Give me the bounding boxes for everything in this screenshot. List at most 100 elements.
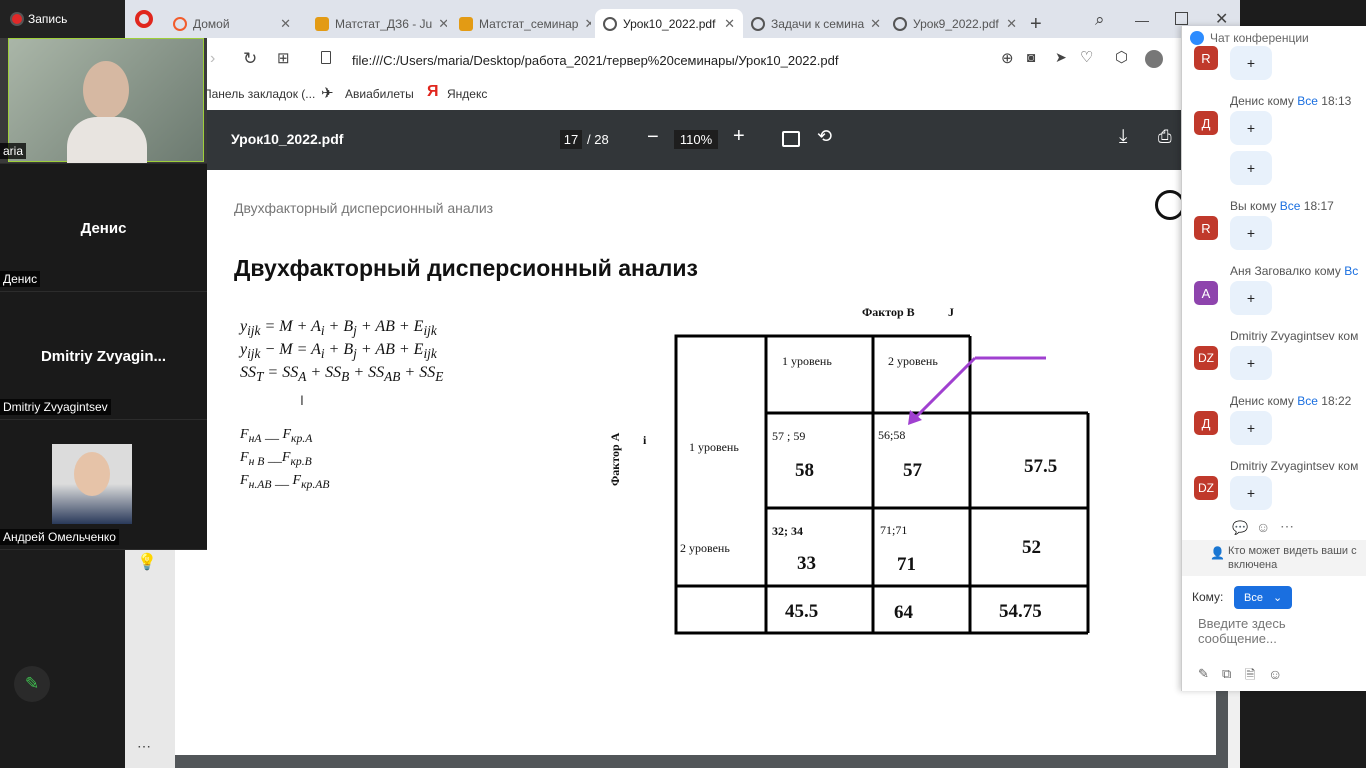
bookmark-folder[interactable]: Панель закладок (... [203,87,315,101]
close-icon[interactable]: ✕ [280,16,291,32]
speed-dial-icon[interactable]: ⊞ [277,49,290,67]
avatar: A [1194,281,1218,305]
formula-ss: SST = SSA + SSB + SSAB + SSE [240,364,444,385]
participant-center-name: Денис [80,220,127,237]
file-attach-icon[interactable]: 🗎 [1245,666,1255,688]
message-input[interactable]: Введите здесь сообщение... [1198,616,1363,646]
close-icon[interactable]: ✕ [438,16,447,32]
avatar: Д [1194,111,1218,135]
participant-tile-dmitriy[interactable]: Dmitriy Zvyagin... Dmitriy Zvyagintsev [0,292,207,420]
message-bubble[interactable]: + [1230,151,1272,185]
message-bubble[interactable]: + [1230,46,1272,80]
annotate-button[interactable]: ✎ [14,666,50,702]
heart-icon[interactable]: ♡ [1080,48,1093,66]
globe-icon [603,16,617,31]
chat-panel: Чат конференции R + Денис кому Все 18:13… [1181,26,1366,691]
video-feed [8,38,204,163]
download-icon[interactable]: ⤓ [1119,126,1127,148]
message-bubble[interactable]: + [1230,111,1272,145]
camera-icon[interactable]: ◙ [1027,49,1035,65]
participant-name: Денис [0,271,41,287]
reload-icon[interactable]: ↻ [243,49,257,69]
emoji-icon[interactable]: ☺ [1256,519,1270,535]
tab-zadachi[interactable]: Задачи к семина ✕ [743,9,883,38]
more-icon[interactable]: ⋯ [137,738,151,755]
tab-urok10[interactable]: Урок10_2022.pdf ✕ [595,9,743,38]
profile-icon[interactable] [1145,50,1163,68]
bookmark-yandex[interactable]: Яндекс [447,87,487,101]
row2-header: 2 уровень [680,541,730,555]
person-body [67,117,147,163]
avatar: Д [1194,411,1218,435]
send-icon[interactable]: ➤ [1055,49,1067,66]
participant-tile-andrey[interactable]: Андрей Омельченко [0,420,207,550]
slide-subtitle: Двухфакторный дисперсионный анализ [234,200,494,216]
tab-matstat-seminar[interactable]: Матстат_семинар ✕ [451,9,591,38]
fit-page-icon[interactable] [782,131,800,147]
chevron-down-icon: ⌄ [1272,592,1283,604]
minimize-button[interactable]: — [1135,12,1149,28]
row1-mean: 57.5 [1024,456,1058,477]
factor-b-label: Фактор В [862,305,915,319]
extensions-icon[interactable]: ⬡ [1115,48,1128,66]
message-header: Денис кому Все 18:22 [1230,394,1352,408]
close-icon[interactable]: ✕ [724,16,735,32]
zoom-input[interactable]: 110% [674,130,718,149]
message-header: Аня Заговалко кому Вс [1230,264,1359,278]
factor-a-label: Фактор А [608,432,622,486]
more-options-icon[interactable]: ⋯ [1280,518,1294,535]
anova-table-grid [674,334,1090,635]
message-header: Денис кому Все 18:13 [1230,94,1352,108]
col1-header: 1 уровень [782,354,832,368]
recipient-select[interactable]: Все ⌄ [1234,586,1292,609]
screenshot-icon[interactable]: ⧉ [1222,666,1231,682]
tab-matstat-dz6[interactable]: Матстат_ДЗ6 - Ju ✕ [307,9,447,38]
message-bubble[interactable]: + [1230,281,1272,315]
message-bubble[interactable]: + [1230,216,1272,250]
page-zoom-icon[interactable]: ⊕ [1001,49,1014,67]
message-header: Dmitriy Zvyagintsev ком [1230,329,1359,343]
forward-icon[interactable]: › [210,50,215,68]
chat-title: Чат конференции [1210,31,1309,45]
message-bubble[interactable]: + [1230,476,1272,510]
maximize-button[interactable] [1175,12,1188,25]
participant-name: Андрей Омельченко [0,529,119,545]
lightbulb-icon[interactable]: 💡 [137,552,157,572]
new-tab-button[interactable]: + [1030,13,1042,36]
rotate-icon[interactable]: ⟲ [817,126,832,147]
message-header: Вы кому Все 18:17 [1230,199,1334,213]
close-icon[interactable]: ✕ [870,16,881,32]
pdf-filename: Урок10_2022.pdf [231,131,344,147]
tab-home[interactable]: Домой ✕ [165,9,299,38]
slide-title: Двухфакторный дисперсионный анализ [234,255,698,281]
zoom-out-button[interactable]: − [647,126,659,149]
cell-11-values: 57 ; 59 [772,429,806,443]
close-icon[interactable]: ✕ [1006,16,1017,32]
privacy-notice: 👤 Кто может видеть ваши с включена [1182,540,1366,576]
people-icon: 👤 [1210,546,1225,560]
text-cursor-icon: I [300,392,304,408]
message-bubble[interactable]: + [1230,346,1272,380]
message-bubble[interactable]: + [1230,411,1272,445]
print-icon[interactable]: ⎙ [1158,127,1172,147]
format-icon[interactable]: ✎ [1198,666,1209,682]
opera-logo-icon[interactable] [135,10,153,28]
cell-21-values: 32; 34 [772,524,803,538]
globe-icon [751,16,765,31]
recording-label: Запись [28,12,68,26]
pdf-toolbar: 17 / 28 − 110% + ⟲ ⤓ ⎙ [207,110,1240,170]
emoji-picker-icon[interactable]: ☺ [1268,666,1282,682]
participant-tile-denis[interactable]: Денис Денис [0,164,207,292]
page-total: / 28 [587,132,609,147]
url-input[interactable]: file:///C:/Users/maria/Desktop/работа_20… [352,53,838,68]
opera-icon [173,16,187,31]
privacy-text: Кто может видеть ваши с включена [1228,545,1357,571]
tab-urok9[interactable]: Урок9_2022.pdf ✕ [885,9,1025,38]
page-number-input[interactable]: 17 [560,130,582,149]
bookmark-aviabilety[interactable]: Авиабилеты [345,87,414,101]
participant-tile-maria[interactable]: aria [0,38,207,164]
close-icon[interactable]: ✕ [584,16,591,32]
reply-icon[interactable]: 💬 [1232,520,1248,536]
search-tabs-icon[interactable]: ⌕ [1095,10,1105,30]
zoom-in-button[interactable]: + [733,125,745,148]
